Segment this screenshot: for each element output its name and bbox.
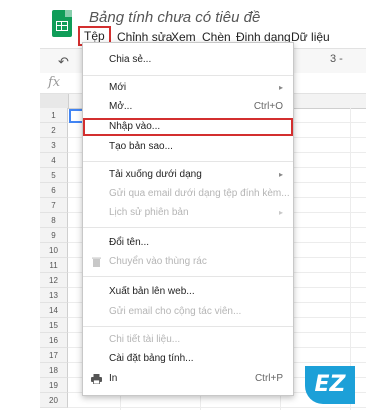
row-header[interactable]: 14: [40, 303, 68, 318]
row-header[interactable]: 6: [40, 183, 68, 198]
menu-data[interactable]: Dữ liệu: [291, 28, 330, 46]
menu-item-document-details[interactable]: Chi tiết tài liệu...: [83, 331, 293, 349]
menu-item-move-to-trash[interactable]: Chuyển vào thùng rác: [83, 253, 293, 271]
menu-divider: [83, 276, 293, 277]
row-header[interactable]: 1: [40, 108, 68, 123]
menu-item-import[interactable]: Nhập vào...: [83, 118, 293, 136]
submenu-arrow-icon: ▸: [278, 83, 283, 92]
column-divider: [350, 108, 351, 410]
row-header[interactable]: 18: [40, 363, 68, 378]
trash-icon: [92, 257, 101, 267]
row-header[interactable]: 2: [40, 123, 68, 138]
menu-item-publish-web[interactable]: Xuất bản lên web...: [83, 283, 293, 301]
ez-watermark-logo: EZ: [305, 366, 355, 404]
menu-item-open[interactable]: Mở... Ctrl+O: [83, 98, 293, 116]
row-header[interactable]: 20: [40, 393, 68, 408]
row-header[interactable]: 5: [40, 168, 68, 183]
row-header[interactable]: 15: [40, 318, 68, 333]
menu-item-version-history[interactable]: Lịch sử phiên bản ▸: [83, 204, 293, 222]
row-header[interactable]: 4: [40, 153, 68, 168]
row-header[interactable]: 7: [40, 198, 68, 213]
title-bar: Bảng tính chưa có tiêu đề Tệp Chỉnh sửa …: [0, 0, 366, 46]
row-header[interactable]: 10: [40, 243, 68, 258]
row-header[interactable]: 3: [40, 138, 68, 153]
sheets-logo-icon[interactable]: [52, 10, 72, 37]
menu-item-new[interactable]: Mới ▸: [83, 79, 293, 97]
menu-item-spreadsheet-settings[interactable]: Cài đặt bảng tính...: [83, 350, 293, 368]
print-icon: [91, 374, 102, 384]
menu-divider: [83, 161, 293, 162]
row-header[interactable]: 12: [40, 273, 68, 288]
menu-divider: [83, 326, 293, 327]
menu-item-email-attachment[interactable]: Gửi qua email dưới dạng tệp đính kèm...: [83, 185, 293, 203]
submenu-arrow-icon: ▸: [278, 170, 283, 179]
menu-divider: [83, 75, 293, 76]
menu-item-make-copy[interactable]: Tạo bản sao...: [83, 138, 293, 156]
fx-icon: fx: [48, 75, 61, 90]
submenu-arrow-icon: ▸: [278, 208, 283, 217]
menu-item-share[interactable]: Chia sẻ...: [83, 51, 293, 69]
menu-item-print[interactable]: In Ctrl+P: [83, 370, 293, 388]
row-divider: [68, 407, 366, 408]
menu-item-download-as[interactable]: Tải xuống dưới dạng ▸: [83, 166, 293, 184]
undo-icon[interactable]: ↶: [58, 54, 69, 70]
row-header[interactable]: 8: [40, 213, 68, 228]
file-menu-dropdown: Chia sẻ... Mới ▸ Mở... Ctrl+O Nhập vào... …: [82, 42, 294, 396]
document-title[interactable]: Bảng tính chưa có tiêu đề: [89, 9, 260, 26]
toolbar-font-size[interactable]: 3 -: [330, 53, 343, 65]
row-header[interactable]: 17: [40, 348, 68, 363]
row-header[interactable]: 19: [40, 378, 68, 393]
menu-item-rename[interactable]: Đổi tên...: [83, 234, 293, 252]
row-header[interactable]: 11: [40, 258, 68, 273]
select-all-corner[interactable]: [40, 94, 69, 108]
row-header[interactable]: 16: [40, 333, 68, 348]
shortcut-label: Ctrl+P: [254, 373, 283, 384]
shortcut-label: Ctrl+O: [253, 101, 283, 112]
menu-divider: [83, 227, 293, 228]
menu-item-email-collaborators[interactable]: Gửi email cho cộng tác viên...: [83, 303, 293, 321]
row-header[interactable]: 13: [40, 288, 68, 303]
row-header[interactable]: 9: [40, 228, 68, 243]
